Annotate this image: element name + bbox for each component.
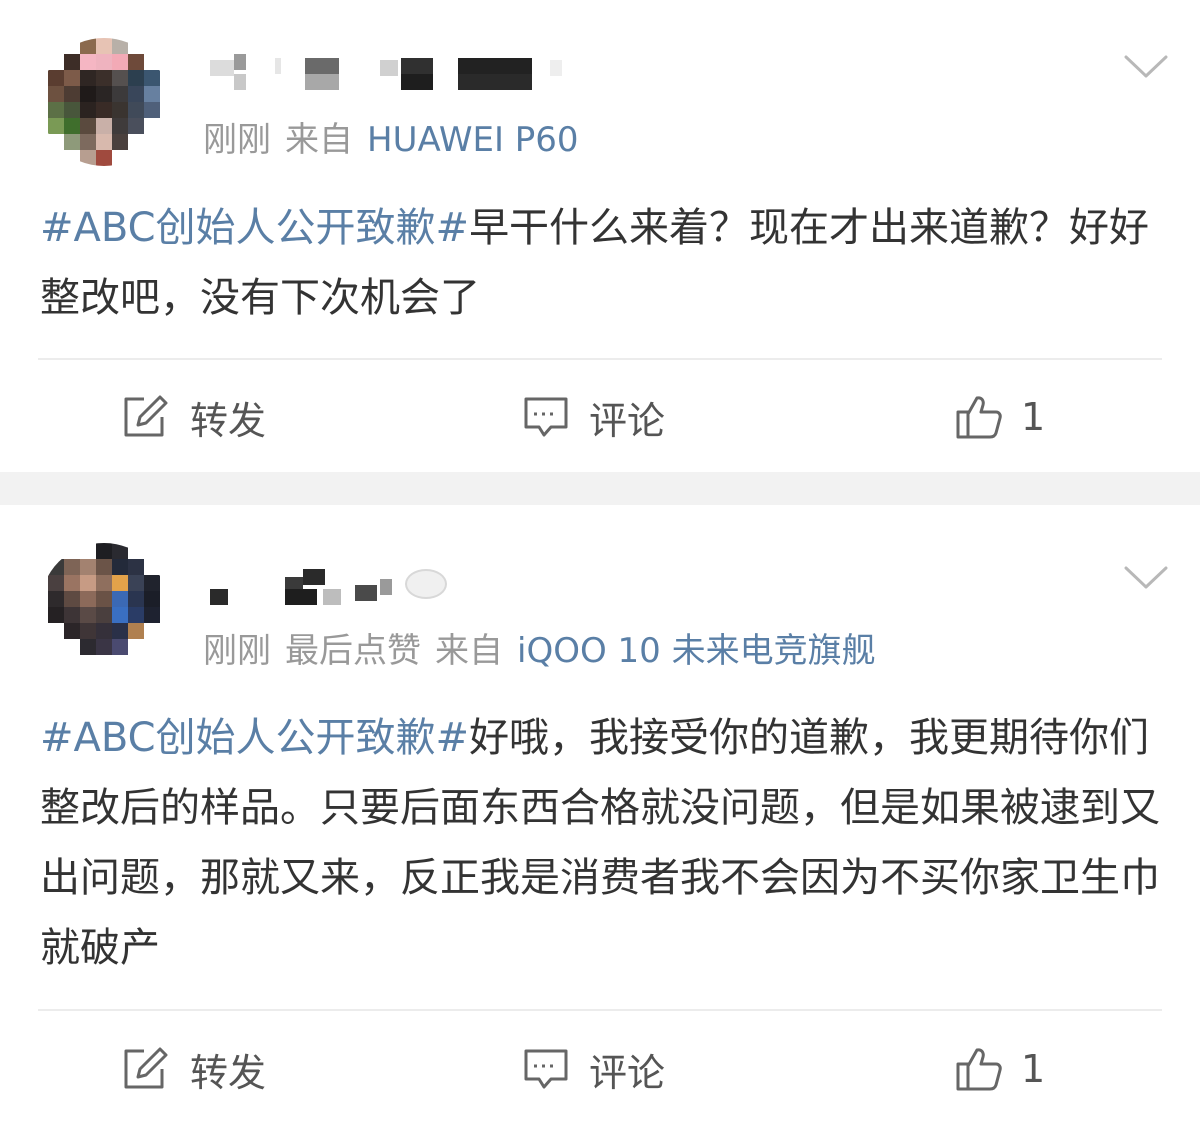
thumbs-up-icon: [956, 1048, 1002, 1091]
edit-share-icon: [124, 1047, 168, 1089]
comment-label: 评论: [589, 1050, 666, 1095]
source-device[interactable]: iQOO 10 未来电竞旗舰: [517, 631, 876, 671]
like-button[interactable]: 1: [955, 382, 1045, 452]
last-liked-tag: 最后点赞: [285, 631, 421, 671]
repost-button[interactable]: 转发: [122, 382, 266, 452]
thumbs-up-icon: [956, 396, 1002, 439]
post-actions: 转发 评论 1: [0, 382, 1200, 452]
post-time: 刚刚: [203, 631, 271, 671]
source-prefix: 来自: [435, 631, 503, 671]
comment-button[interactable]: 评论: [523, 1034, 665, 1104]
like-count: 1: [1021, 395, 1046, 439]
post-content: #ABC创始人公开致歉#好哦，我接受你的道歉，我更期待你们整改后的样品。只要后面…: [40, 703, 1165, 983]
post-time: 刚刚: [203, 120, 271, 160]
repost-label: 转发: [190, 1050, 267, 1095]
divider: [38, 358, 1162, 360]
post-meta: 刚刚 来自 HUAWEI P60: [203, 118, 593, 162]
topic-link[interactable]: #ABC创始人公开致歉#: [40, 715, 469, 761]
like-count: 1: [1021, 1047, 1046, 1091]
comment-bubble-icon: [524, 397, 568, 437]
comment-label: 评论: [589, 398, 666, 443]
repost-label: 转发: [190, 398, 267, 443]
post-card: 刚刚 来自 HUAWEI P60 #ABC创始人公开致歉#早干什么来着？现在才出来道…: [0, 0, 1200, 472]
post-actions: 转发 评论 1: [0, 1034, 1200, 1104]
avatar[interactable]: [40, 38, 168, 166]
edit-share-icon: [124, 395, 168, 437]
like-button[interactable]: 1: [955, 1034, 1045, 1104]
username-redacted[interactable]: [205, 52, 585, 92]
chevron-down-icon[interactable]: [1124, 54, 1168, 80]
post-card: 刚刚 最后点赞 来自 iQOO 10 未来电竞旗舰 #ABC创始人公开致歉#好哦，我接…: [0, 505, 1200, 1124]
topic-link[interactable]: #ABC创始人公开致歉#: [40, 205, 469, 251]
comment-button[interactable]: 评论: [523, 382, 665, 452]
post-content: #ABC创始人公开致歉#早干什么来着？现在才出来道歉？好好整改吧，没有下次机会了: [40, 193, 1165, 333]
username-redacted[interactable]: [205, 563, 585, 605]
comment-bubble-icon: [524, 1049, 568, 1089]
source-device[interactable]: HUAWEI P60: [367, 120, 579, 160]
repost-button[interactable]: 转发: [122, 1034, 266, 1104]
post-meta: 刚刚 最后点赞 来自 iQOO 10 未来电竞旗舰: [203, 629, 890, 673]
chevron-down-icon[interactable]: [1124, 565, 1168, 591]
source-prefix: 来自: [285, 120, 353, 160]
divider: [38, 1009, 1162, 1011]
avatar[interactable]: [40, 543, 168, 671]
